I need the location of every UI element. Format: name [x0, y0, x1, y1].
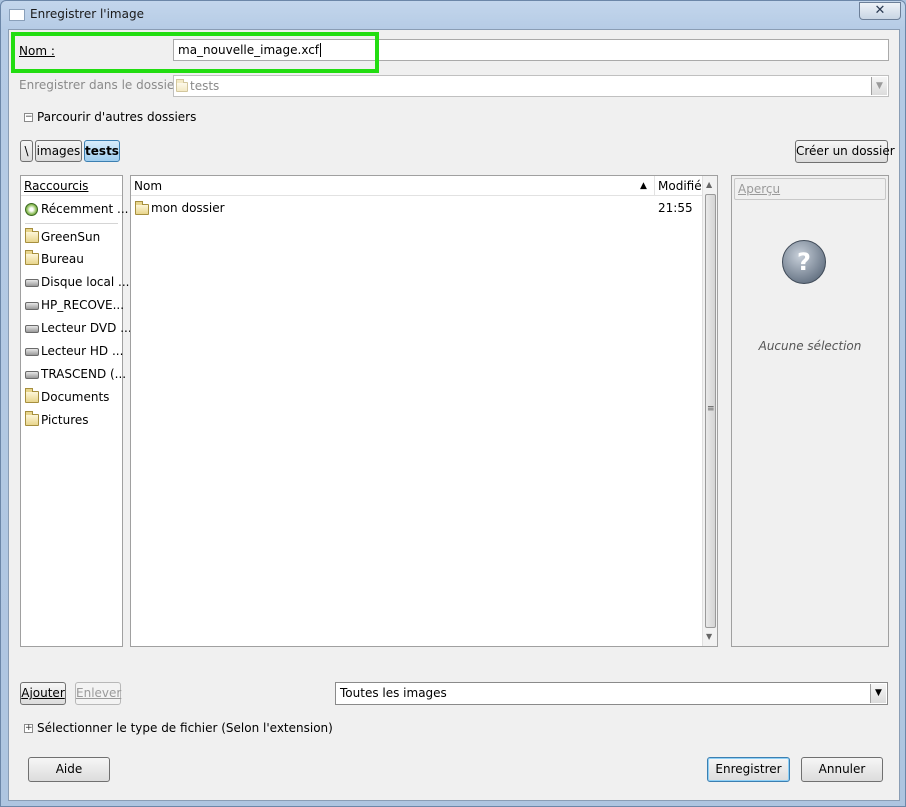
save-in-folder-combo[interactable]: tests ▼	[173, 75, 889, 97]
places-header-text: Raccourcis	[24, 179, 89, 193]
preview-empty-text: Aucune sélection	[758, 339, 862, 353]
dvd-drive-icon	[25, 325, 39, 333]
sidebar-item-label: GreenSun	[41, 230, 101, 244]
preview-header-text: Aperçu	[738, 182, 781, 196]
sidebar-item-label: Pictures	[41, 413, 89, 427]
help-button[interactable]: Aide	[28, 757, 110, 782]
drive-icon	[25, 302, 39, 310]
sidebar-item-documents[interactable]: Documents	[21, 386, 122, 408]
recent-icon	[25, 203, 38, 216]
file-list: Nom ▲ Modifié mon dossier 21:55 ▲ ≡ ▼	[130, 175, 718, 647]
preview-header: Aperçu	[734, 178, 886, 200]
sidebar-item-dvd-drive[interactable]: Lecteur DVD ...	[21, 317, 132, 339]
folder-icon	[176, 79, 188, 92]
dialog-window: Enregistrer l'image ✕ Nom : ma_nouvelle_…	[0, 0, 906, 807]
sidebar-separator	[25, 223, 118, 224]
path-crumb-tests[interactable]: tests	[84, 140, 120, 162]
close-button[interactable]: ✕	[859, 2, 901, 20]
collapse-icon[interactable]: −	[24, 113, 33, 122]
preview-panel: Aperçu ? Aucune sélection	[731, 175, 889, 647]
folder-icon	[25, 250, 39, 265]
select-file-type-toggle[interactable]: Sélectionner le type de fichier (Selon l…	[37, 721, 333, 735]
places-header[interactable]: Raccourcis	[21, 176, 122, 196]
folder-icon	[25, 411, 39, 426]
column-modified-label: Modifié	[658, 179, 702, 193]
highlight-box	[11, 32, 379, 73]
sidebar-item-bureau[interactable]: Bureau	[21, 248, 122, 270]
add-bookmark-label: Ajouter	[21, 686, 65, 700]
save-in-label: Enregistrer dans le dossier :	[19, 78, 188, 92]
drive-icon	[25, 348, 39, 356]
path-crumb-images[interactable]: images	[35, 140, 82, 162]
folder-icon	[25, 228, 39, 243]
sort-ascending-icon: ▲	[640, 181, 647, 191]
sidebar-item-recent[interactable]: Récemment ...	[21, 198, 129, 220]
folder-icon	[135, 201, 149, 215]
window-icon	[9, 9, 25, 21]
column-header-name[interactable]: Nom ▲	[131, 176, 654, 196]
question-icon: ?	[782, 240, 826, 284]
sidebar-item-label: Lecteur DVD ...	[41, 321, 132, 335]
grip-icon: ≡	[707, 404, 715, 414]
column-header-modified[interactable]: Modifié	[654, 176, 702, 196]
chevron-down-icon: ▼	[870, 684, 886, 703]
drive-icon	[25, 279, 39, 287]
sidebar-item-pictures[interactable]: Pictures	[21, 409, 122, 431]
sidebar-item-label: Récemment ...	[41, 202, 129, 216]
sidebar-item-greensun[interactable]: GreenSun	[21, 226, 122, 248]
create-folder-button[interactable]: Créer un dossier	[795, 140, 895, 163]
sidebar-item-label: Bureau	[41, 252, 84, 266]
sidebar-item-label: Documents	[41, 390, 110, 404]
column-name-label: Nom	[134, 179, 163, 193]
file-modified: 21:55	[658, 201, 693, 215]
cancel-button[interactable]: Annuler	[801, 757, 883, 782]
sidebar-item-hd-drive[interactable]: Lecteur HD ...	[21, 340, 124, 362]
sidebar-item-label: HP_RECOVE...	[41, 298, 125, 312]
window-title: Enregistrer l'image	[30, 7, 144, 21]
sidebar-item-label: Lecteur HD ...	[41, 344, 124, 358]
scroll-down-icon[interactable]: ▼	[706, 632, 712, 641]
add-bookmark-button[interactable]: Ajouter	[20, 682, 66, 705]
save-button[interactable]: Enregistrer	[707, 757, 790, 782]
sidebar-item-hp-recovery[interactable]: HP_RECOVE...	[21, 294, 125, 316]
sidebar-item-label: TRASCEND (...	[41, 367, 127, 381]
chevron-down-icon: ▼	[871, 77, 887, 95]
save-in-value: tests	[190, 79, 220, 93]
sidebar-item-label: Disque local ...	[41, 275, 130, 289]
vertical-scrollbar[interactable]: ▲ ≡ ▼	[702, 176, 717, 646]
file-filter-select[interactable]: Toutes les images ▼	[335, 682, 888, 705]
scroll-up-icon[interactable]: ▲	[706, 180, 712, 189]
expand-icon[interactable]: +	[24, 724, 33, 733]
path-root-button[interactable]: \	[20, 140, 33, 162]
file-name: mon dossier	[151, 201, 225, 215]
remove-bookmark-label: Enlever	[76, 686, 122, 700]
places-sidebar: Raccourcis Récemment ... GreenSun Bureau…	[20, 175, 132, 647]
title-bar[interactable]: Enregistrer l'image ✕	[1, 1, 906, 29]
folder-icon	[25, 388, 39, 403]
dialog-body: Nom : ma_nouvelle_image.xcf Enregistrer …	[8, 29, 900, 801]
sidebar-item-local-disk[interactable]: Disque local ...	[21, 271, 129, 293]
file-filter-value: Toutes les images	[340, 686, 447, 700]
scrollbar-thumb[interactable]: ≡	[705, 194, 716, 628]
drive-icon	[25, 371, 39, 379]
browse-folders-toggle[interactable]: Parcourir d'autres dossiers	[37, 110, 196, 124]
sidebar-item-trascend[interactable]: TRASCEND (...	[21, 363, 126, 385]
table-row[interactable]: mon dossier 21:55	[131, 198, 702, 220]
remove-bookmark-button[interactable]: Enlever	[75, 682, 121, 705]
